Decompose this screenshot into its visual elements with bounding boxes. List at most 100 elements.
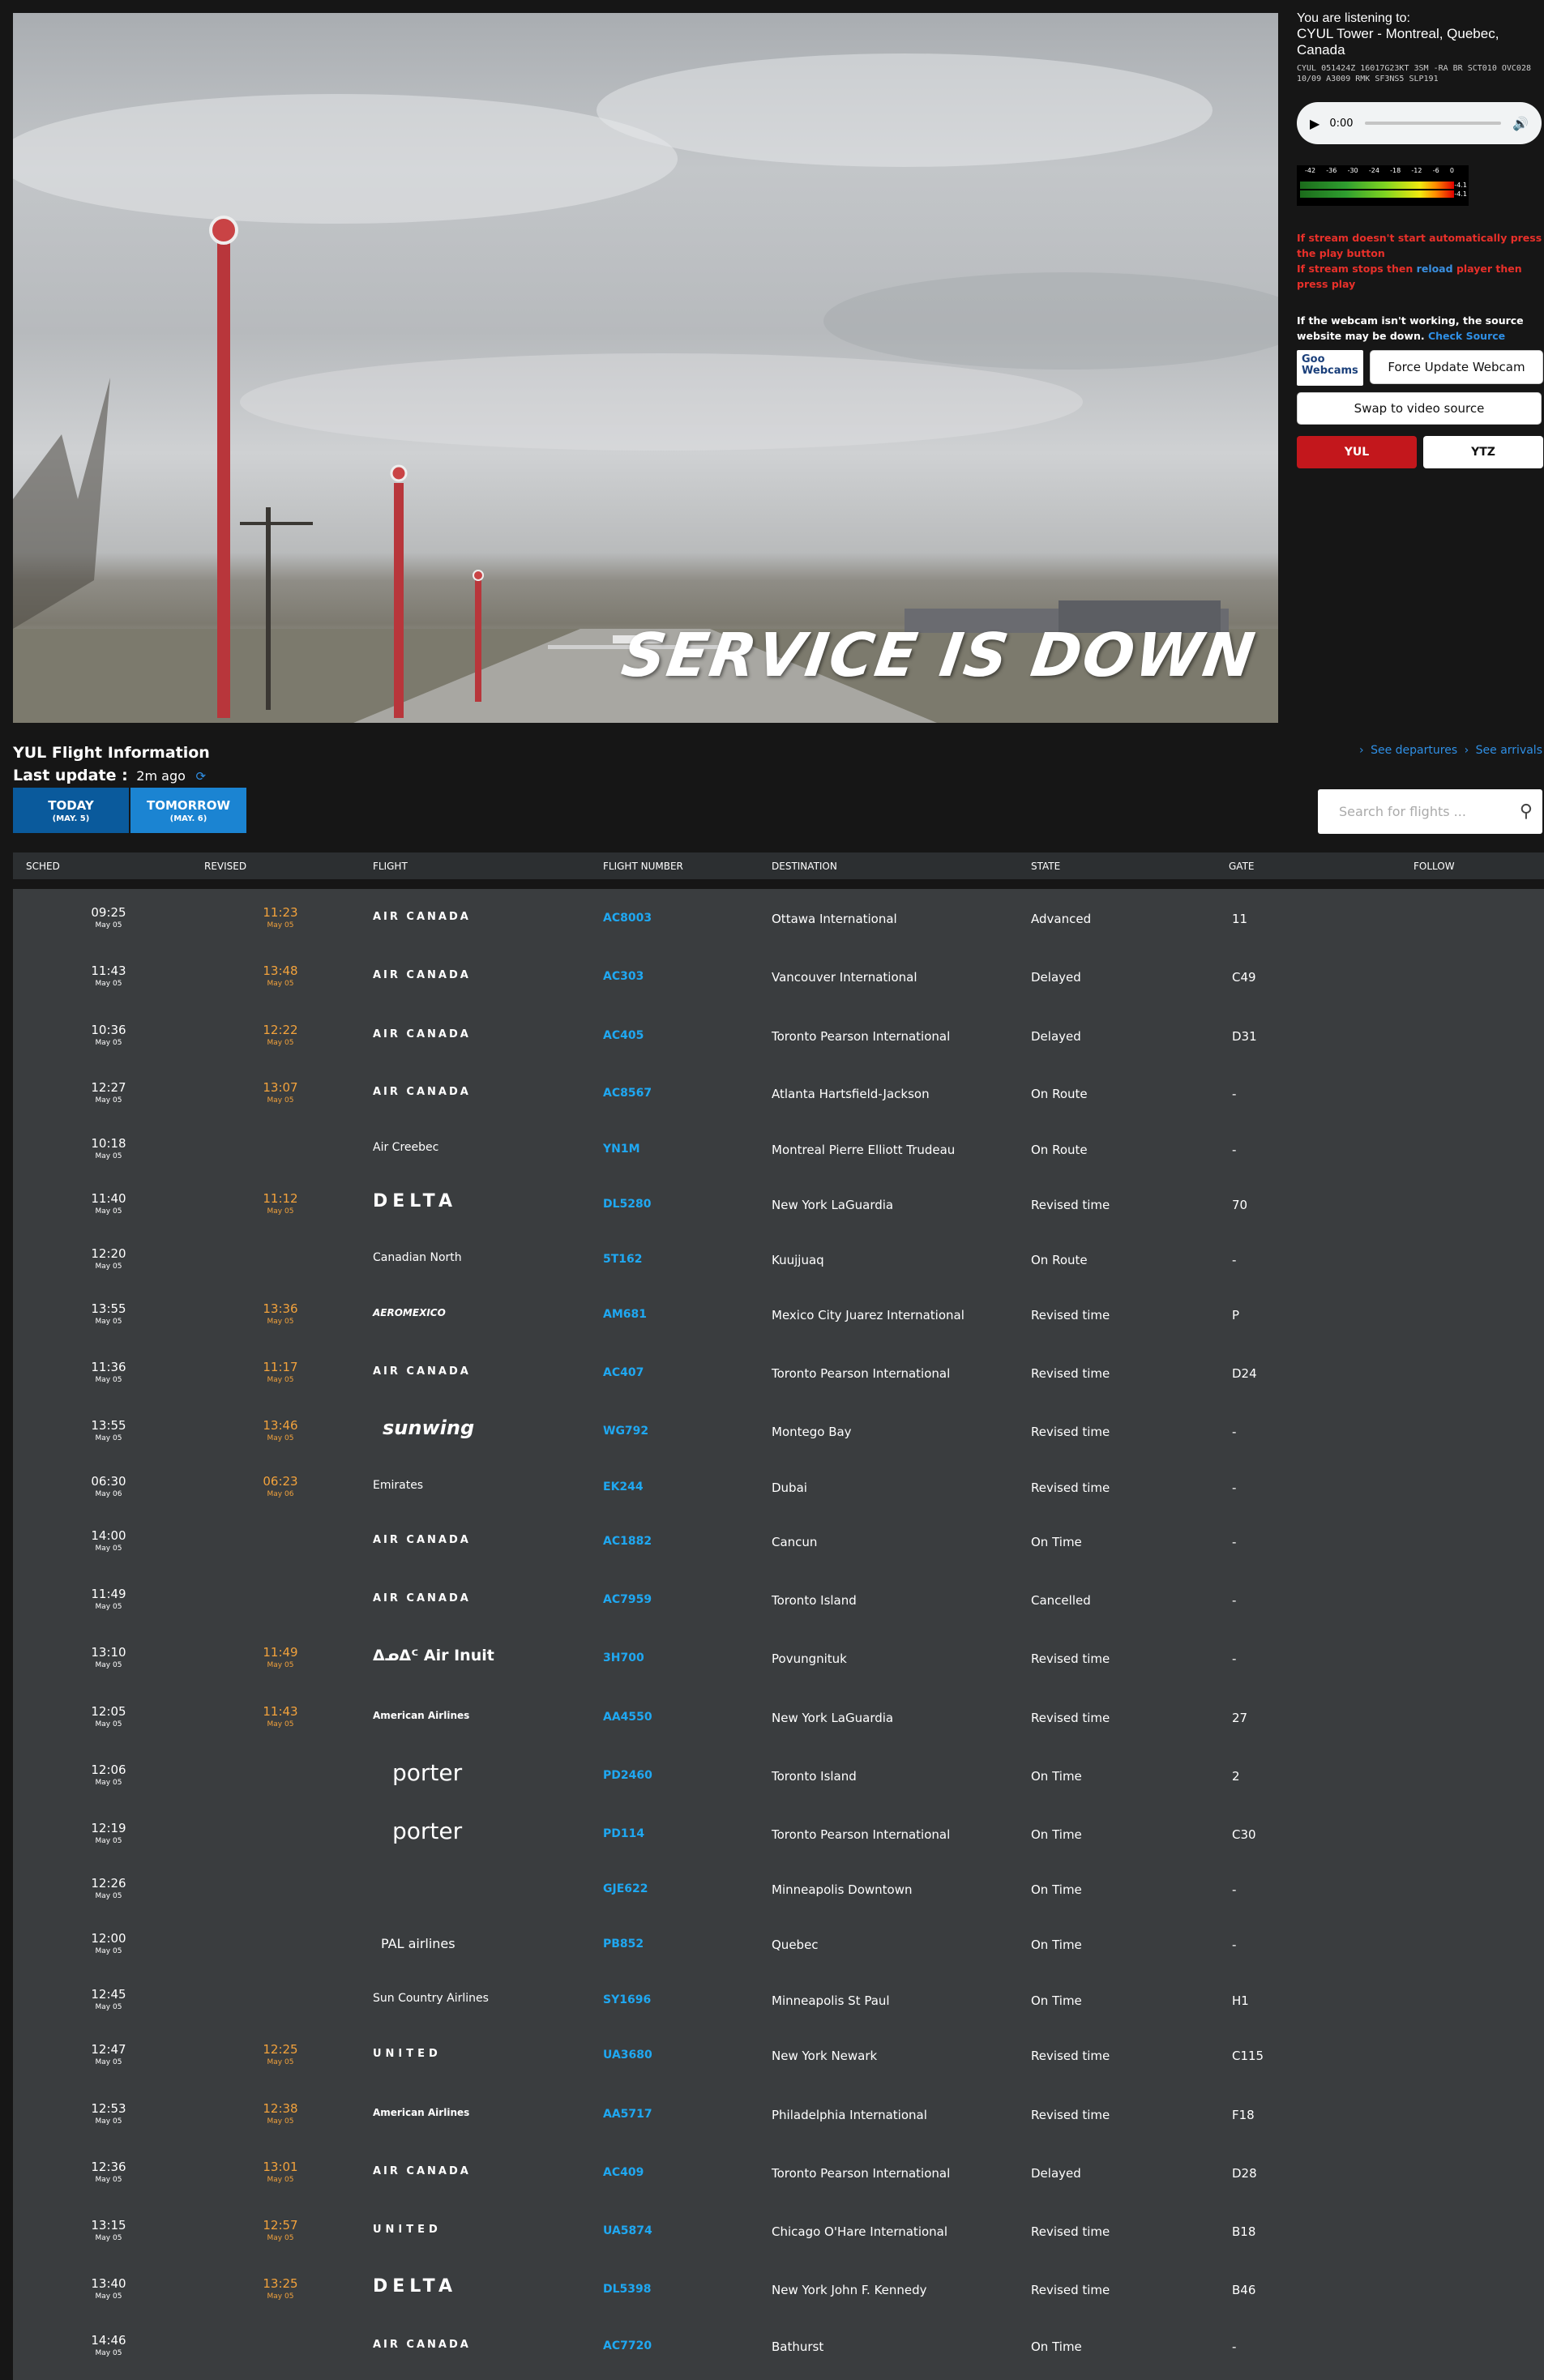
flight-number-link[interactable]: PD114 [603,1827,644,1840]
airline-logo: ᐃᓄᐃᑦ Air Inuit [373,1647,503,1664]
flight-number-link[interactable]: AA4550 [603,1711,652,1724]
sched-date: May 05 [95,1434,122,1442]
flight-number-link[interactable]: AC303 [603,970,644,983]
flight-state: Revised time [1031,1308,1110,1322]
table-row[interactable]: 12:00 May 05 PAL airlines PB852 Quebec On Tim… [13,1915,1544,1973]
col-state[interactable]: STATE [1031,861,1060,872]
flight-state: Revised time [1031,2283,1110,2297]
volume-icon[interactable]: 🔊 [1512,116,1529,131]
flight-number-link[interactable]: SY1696 [603,1993,651,2006]
revised-time: 13:25 [263,2276,298,2291]
tab-tomorrow[interactable]: TOMORROW (MAY. 6) [130,788,246,833]
check-source-link[interactable]: Check Source [1428,330,1505,342]
table-row[interactable]: 14:00 May 05 AIR CANADA AC1882 Cancun On Time… [13,1512,1544,1570]
flight-number-link[interactable]: 5T162 [603,1253,643,1266]
gate: 2 [1232,1769,1240,1784]
table-row[interactable]: 12:05 May 05 11:43 May 05 American Airlines A… [13,1688,1544,1746]
flight-number-link[interactable]: AC405 [603,1029,644,1042]
ytz-button[interactable]: YTZ [1423,436,1543,468]
search-icon[interactable]: ⚲ [1520,801,1533,822]
table-row[interactable]: 13:55 May 05 13:46 May 05 sunwing WG792 Monteg… [13,1402,1544,1460]
meter-bar-right [1300,190,1454,198]
flight-number-link[interactable]: DL5398 [603,2283,652,2296]
table-row[interactable]: 12:36 May 05 13:01 May 05 AIR CANADA AC409 Tor… [13,2143,1544,2202]
play-icon[interactable]: ▶ [1310,116,1319,131]
flight-number-link[interactable]: AC409 [603,2166,644,2179]
flight-number-link[interactable]: UA5874 [603,2224,652,2237]
flight-number-link[interactable]: 3H700 [603,1651,644,1664]
table-row[interactable]: 10:36 May 05 12:22 May 05 AIR CANADA AC405 Tor… [13,1006,1544,1065]
refresh-icon[interactable]: ⟳ [196,769,207,784]
sched-date: May 05 [95,2003,122,2011]
col-flight[interactable]: FLIGHT [373,861,408,872]
flight-number-link[interactable]: AC8003 [603,912,652,925]
flight-number-link[interactable]: DL5280 [603,1198,652,1211]
sched-cell: 12:06 May 05 [68,1763,149,1787]
search-input[interactable] [1337,803,1520,820]
col-destination[interactable]: DESTINATION [772,861,837,872]
flight-state: On Time [1031,2339,1082,2354]
yul-button[interactable]: YUL [1297,436,1417,468]
swap-video-source-button[interactable]: Swap to video source [1297,392,1542,425]
flight-state: Revised time [1031,2049,1110,2063]
col-gate[interactable]: GATE [1229,861,1255,872]
table-row[interactable]: 12:26 May 05 GJE622 Minneapolis Downtown On … [13,1860,1544,1918]
see-arrivals-link[interactable]: See arrivals [1476,744,1542,757]
flight-number-link[interactable]: AC7959 [603,1593,652,1606]
revised-cell: 11:43 May 05 [240,1704,321,1728]
col-flight-number[interactable]: FLIGHT NUMBER [603,861,683,872]
col-revised[interactable]: REVISED [204,861,246,872]
destination: Montego Bay [772,1425,852,1439]
table-row[interactable]: 09:25 May 05 11:23 May 05 AIR CANADA AC8003 Ot… [13,889,1544,947]
table-row[interactable]: 12:45 May 05 Sun Country Airlines SY1696 Min… [13,1971,1544,2029]
table-row[interactable]: 10:18 May 05 Air Creebec YN1M Montreal Pierr… [13,1120,1544,1178]
table-row[interactable]: 11:43 May 05 13:48 May 05 AIR CANADA AC303 Van… [13,947,1544,1006]
flight-number-link[interactable]: PD2460 [603,1769,652,1782]
table-row[interactable]: 11:40 May 05 11:12 May 05 DELTA DL5280 New Yor… [13,1175,1544,1233]
col-sched[interactable]: SCHED [26,861,60,872]
gate: - [1232,1425,1237,1439]
flight-number-link[interactable]: WG792 [603,1425,648,1438]
table-row[interactable]: 12:06 May 05 porter PD2460 Toronto Island On … [13,1746,1544,1805]
gate: H1 [1232,1993,1249,2008]
destination: Mexico City Juarez International [772,1308,964,1322]
table-row[interactable]: 13:15 May 05 12:57 May 05 UNITED UA5874 Chicag… [13,2202,1544,2260]
table-row[interactable]: 11:36 May 05 11:17 May 05 AIR CANADA AC407 Tor… [13,1344,1544,1402]
revised-date: May 05 [267,1207,294,1216]
reload-link[interactable]: reload [1417,263,1453,275]
flight-number-link[interactable]: AC1882 [603,1535,652,1548]
revised-time: 13:07 [263,1080,298,1095]
table-row[interactable]: 12:27 May 05 13:07 May 05 AIR CANADA AC8567 At… [13,1064,1544,1122]
audio-player[interactable]: ▶ 0:00 🔊 [1297,102,1542,144]
flight-number-link[interactable]: AC8567 [603,1087,652,1100]
table-row[interactable]: 13:55 May 05 13:36 May 05 AEROMEXICO AM681 Mex… [13,1285,1544,1344]
force-update-webcam-button[interactable]: Force Update Webcam [1370,350,1543,384]
table-row[interactable]: 13:10 May 05 11:49 May 05 ᐃᓄᐃᑦ Air Inuit 3H70… [13,1629,1544,1687]
flight-number-link[interactable]: AA5717 [603,2108,652,2121]
table-row[interactable]: 14:46 May 05 AIR CANADA AC7720 Bathurst On Ti… [13,2317,1544,2375]
flight-number-link[interactable]: GJE622 [603,1882,648,1895]
table-row[interactable]: 11:49 May 05 AIR CANADA AC7959 Toronto Islan… [13,1570,1544,1629]
goo-webcams-logo[interactable]: Goo Webcams [1297,350,1363,386]
table-row[interactable]: 12:53 May 05 12:38 May 05 American Airlines A… [13,2085,1544,2143]
flight-number-link[interactable]: PB852 [603,1938,644,1951]
flight-number-link[interactable]: YN1M [603,1143,640,1156]
audio-seek-bar[interactable] [1364,122,1502,125]
tab-today[interactable]: TODAY (MAY. 5) [13,788,129,833]
table-row[interactable]: 12:19 May 05 porter PD114 Toronto Pearson In… [13,1805,1544,1863]
see-departures-link[interactable]: See departures [1371,744,1457,757]
flight-number-link[interactable]: AC7720 [603,2339,652,2352]
table-row[interactable]: 12:20 May 05 Canadian North 5T162 Kuujjuaq On… [13,1230,1544,1288]
table-row[interactable]: 13:40 May 05 13:25 May 05 DELTA DL5398 New Yor… [13,2260,1544,2318]
flight-number-link[interactable]: AC407 [603,1366,644,1379]
flight-info-title: YUL Flight Information [13,744,210,762]
table-row[interactable]: 12:47 May 05 12:25 May 05 UNITED UA3680 New Yo… [13,2026,1544,2084]
last-update-label: Last update : [13,767,128,784]
flight-number-link[interactable]: EK244 [603,1481,644,1493]
flight-number-link[interactable]: UA3680 [603,2049,652,2062]
table-row[interactable]: 06:30 May 06 06:23 May 06 Emirates EK244 Dubai… [13,1458,1544,1516]
revised-cell [240,1587,321,1588]
gate: - [1232,1143,1237,1157]
flight-number-link[interactable]: AM681 [603,1308,647,1321]
webcam-note: If the webcam isn't working, the source … [1297,313,1543,344]
